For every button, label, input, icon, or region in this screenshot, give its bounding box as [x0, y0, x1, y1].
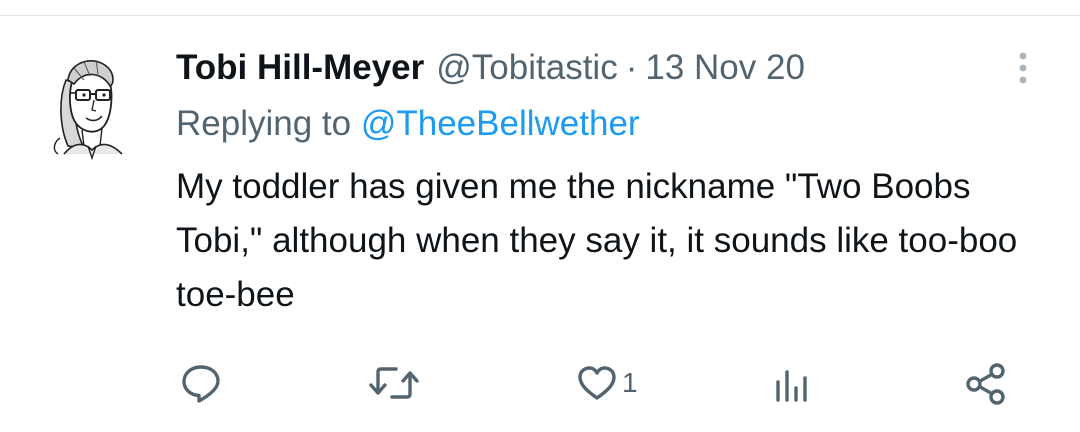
more-options-button[interactable] [1006, 48, 1040, 88]
replying-to-label: Replying to [176, 104, 352, 143]
tweet-body: Tobi Hill-Meyer @Tobitastic · 13 Nov 20 … [176, 44, 1036, 322]
replying-to-line: Replying to @TheeBellwether [176, 100, 1036, 148]
replying-to-handle[interactable]: @TheeBellwether [361, 104, 640, 143]
like-count: 1 [622, 367, 638, 398]
tweet-date[interactable]: 13 Nov 20 [645, 44, 805, 92]
retweet-button[interactable] [368, 362, 420, 404]
user-handle[interactable]: @Tobitastic [436, 44, 617, 92]
more-vertical-icon [1019, 52, 1027, 84]
heart-icon [578, 366, 616, 400]
views-button[interactable] [772, 362, 814, 404]
avatar-portrait-icon [53, 59, 123, 161]
views-icon [776, 370, 807, 402]
avatar[interactable] [44, 50, 134, 161]
retweet-icon [369, 367, 419, 399]
top-divider [0, 15, 1080, 16]
like-button[interactable]: 1 [576, 362, 638, 404]
reply-icon [182, 365, 220, 403]
reply-button[interactable] [180, 362, 222, 404]
display-name[interactable]: Tobi Hill-Meyer [176, 44, 424, 92]
separator-dot: · [625, 48, 638, 87]
tweet-header: Tobi Hill-Meyer @Tobitastic · 13 Nov 20 [176, 44, 1036, 92]
tweet-text: My toddler has given me the nickname "Tw… [176, 167, 1018, 314]
share-button[interactable] [964, 362, 1008, 406]
share-icon [966, 363, 1005, 405]
